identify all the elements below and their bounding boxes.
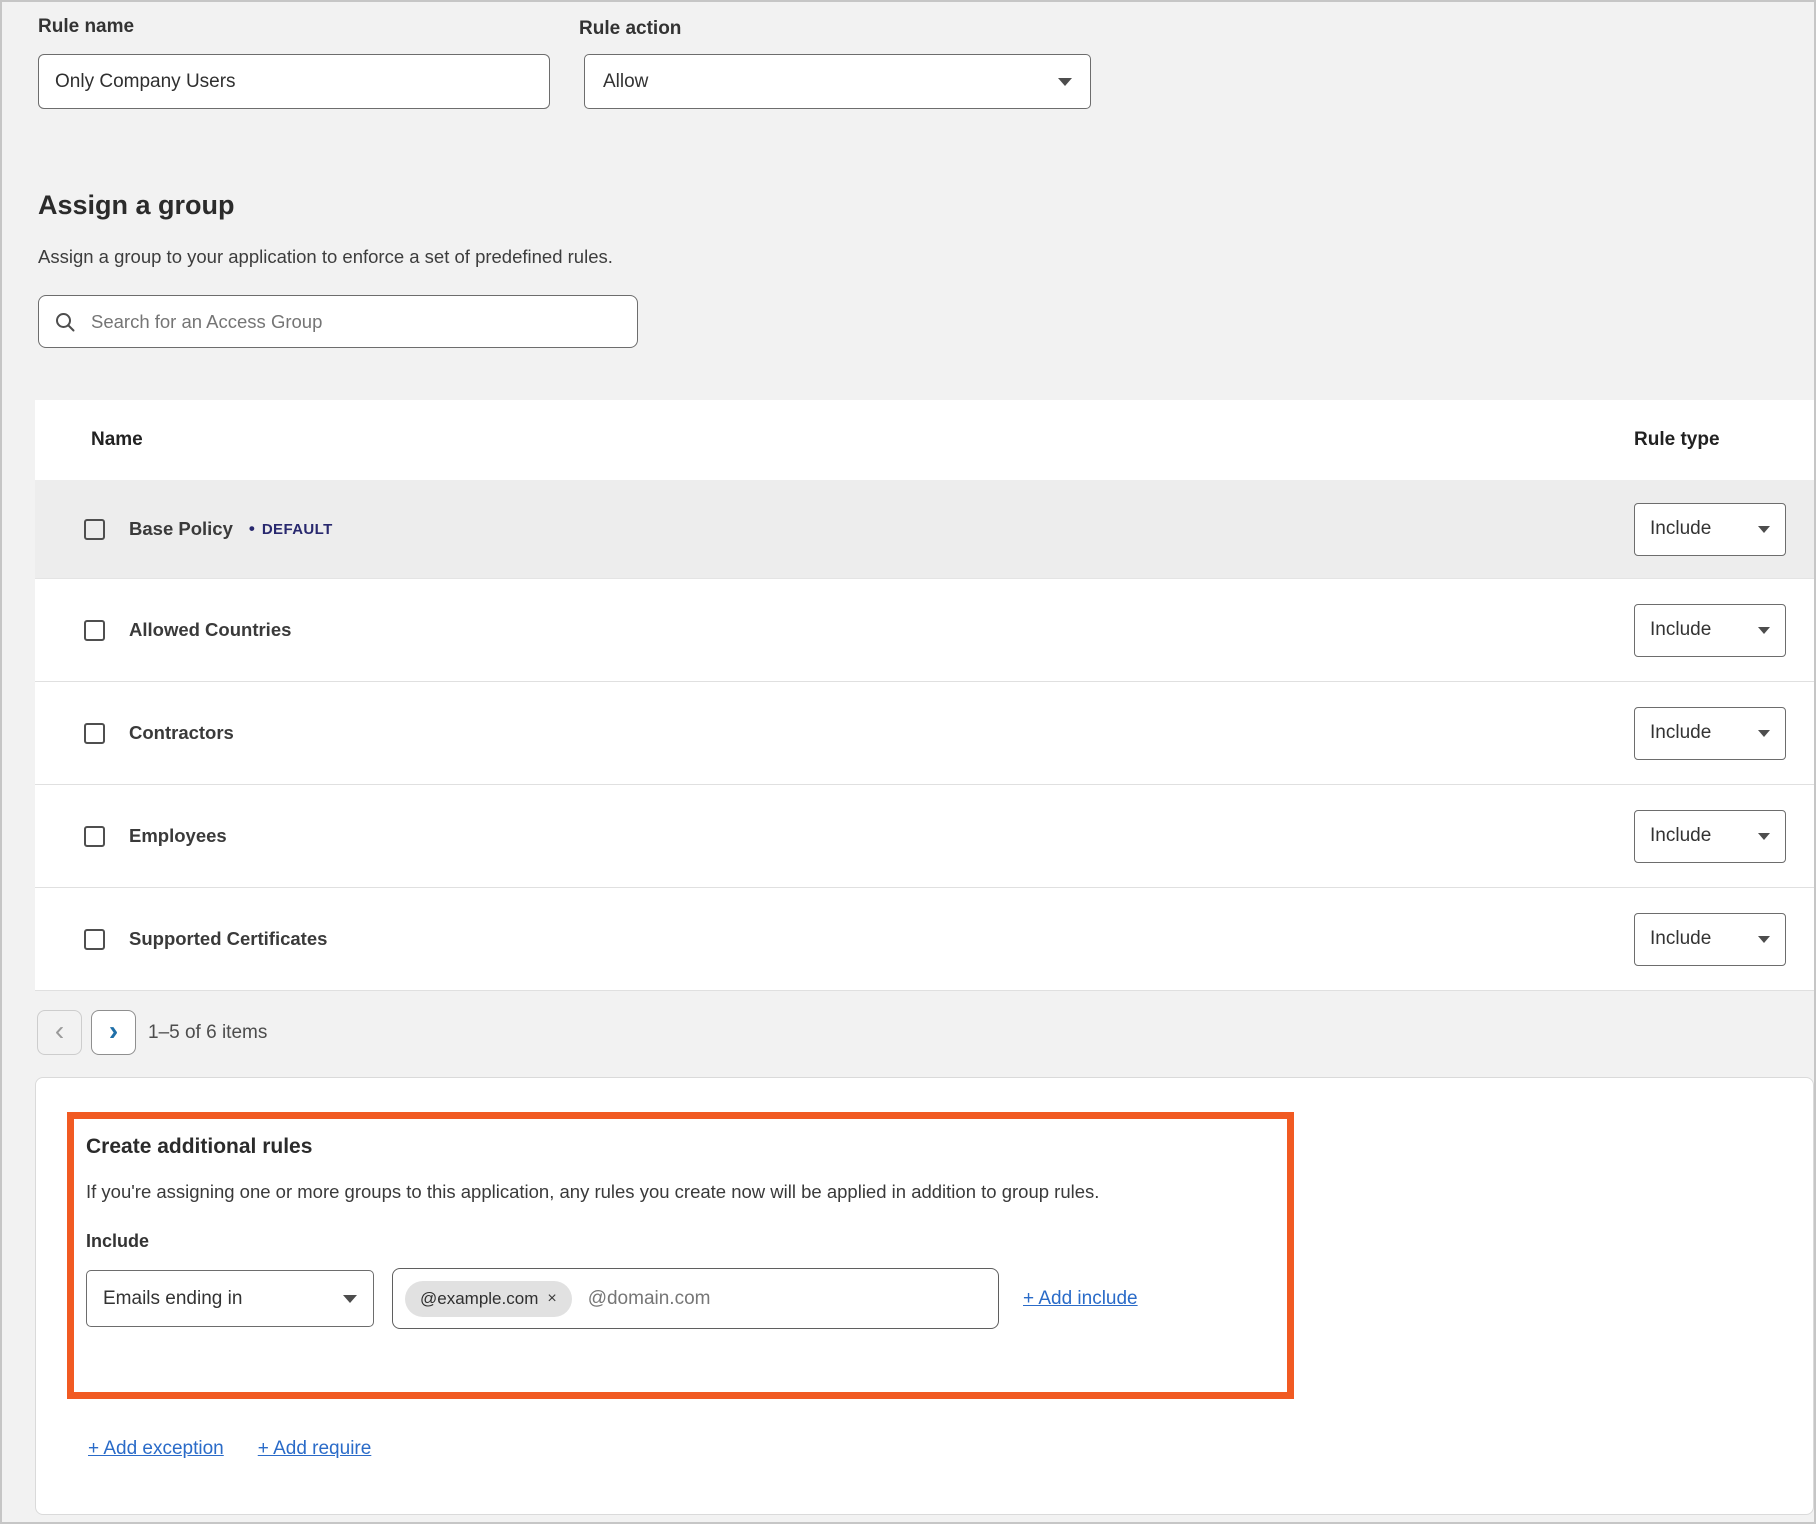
chevron-left-icon: ‹: [55, 1017, 64, 1045]
pagination-label: 1–5 of 6 items: [148, 1022, 267, 1044]
row-name: Contractors: [129, 722, 234, 744]
search-icon: [55, 312, 75, 332]
rule-type-select[interactable]: Include: [1634, 604, 1786, 657]
add-require-link[interactable]: + Add require: [258, 1438, 372, 1460]
row-name: Base Policy: [129, 518, 233, 540]
access-groups-table: Name Rule type Base Policy • DEFAULT Inc…: [35, 400, 1814, 991]
next-page-button[interactable]: ›: [91, 1010, 136, 1055]
table-row: Employees Include: [35, 785, 1814, 888]
assign-group-heading: Assign a group: [38, 190, 235, 221]
tag-label: @example.com: [420, 1289, 538, 1309]
chevron-down-icon: [1758, 627, 1770, 634]
rule-action-select[interactable]: Allow: [584, 54, 1091, 109]
default-badge: • DEFAULT: [249, 519, 333, 539]
email-domain-tag: @example.com ×: [405, 1281, 572, 1317]
column-header-name: Name: [91, 429, 143, 451]
add-exception-link[interactable]: + Add exception: [88, 1438, 224, 1460]
chevron-down-icon: [1758, 526, 1770, 533]
table-row: Base Policy • DEFAULT Include: [35, 480, 1814, 579]
table-row: Allowed Countries Include: [35, 579, 1814, 682]
rule-type-cell: Include: [1634, 810, 1814, 863]
table-row: Supported Certificates Include: [35, 888, 1814, 991]
row-name: Allowed Countries: [129, 619, 291, 641]
pagination: ‹ › 1–5 of 6 items: [37, 1010, 267, 1055]
assign-group-description: Assign a group to your application to en…: [38, 246, 613, 268]
badge-label: DEFAULT: [262, 521, 333, 538]
table-header: Name Rule type: [35, 400, 1814, 480]
access-rule-config-screen: Rule name Rule action Allow Assign a gro…: [0, 0, 1816, 1524]
rule-type-value: Include: [1650, 825, 1711, 847]
column-header-rule-type: Rule type: [1634, 429, 1814, 451]
access-group-search-box: [38, 295, 638, 348]
rule-type-select[interactable]: Include: [1634, 503, 1786, 556]
badge-bullet-icon: •: [249, 519, 255, 539]
rule-type-cell: Include: [1634, 913, 1814, 966]
rule-name-input[interactable]: [38, 54, 550, 109]
chevron-down-icon: [1758, 833, 1770, 840]
rule-type-cell: Include: [1634, 604, 1814, 657]
add-include-link[interactable]: + Add include: [1023, 1288, 1138, 1310]
previous-page-button[interactable]: ‹: [37, 1010, 82, 1055]
rule-type-select[interactable]: Include: [1634, 810, 1786, 863]
rule-action-label: Rule action: [579, 18, 681, 40]
email-domain-input[interactable]: [586, 1287, 986, 1311]
table-row: Contractors Include: [35, 682, 1814, 785]
rule-type-select[interactable]: Include: [1634, 913, 1786, 966]
create-additional-rules-highlight: Create additional rules If you're assign…: [67, 1112, 1294, 1399]
rule-type-value: Include: [1650, 928, 1711, 950]
rule-action-links: + Add exception + Add require: [88, 1438, 371, 1460]
chevron-down-icon: [1758, 730, 1770, 737]
chevron-down-icon: [1758, 936, 1770, 943]
rule-type-cell: Include: [1634, 503, 1814, 556]
row-checkbox[interactable]: [84, 519, 105, 540]
include-label: Include: [86, 1231, 1287, 1252]
create-additional-rules-heading: Create additional rules: [86, 1135, 1287, 1159]
rule-name-label: Rule name: [38, 16, 134, 38]
rule-type-value: Include: [1650, 722, 1711, 744]
rule-type-select[interactable]: Include: [1634, 707, 1786, 760]
create-additional-rules-description: If you're assigning one or more groups t…: [86, 1181, 1275, 1203]
rule-condition-value: Emails ending in: [103, 1288, 242, 1310]
search-input[interactable]: [89, 310, 621, 334]
row-checkbox[interactable]: [84, 826, 105, 847]
rule-type-value: Include: [1650, 619, 1711, 641]
chevron-down-icon: [343, 1295, 357, 1303]
rule-type-value: Include: [1650, 518, 1711, 540]
row-name: Supported Certificates: [129, 928, 327, 950]
chevron-right-icon: ›: [109, 1017, 118, 1045]
additional-rules-card: Create additional rules If you're assign…: [35, 1077, 1814, 1515]
rule-action-value: Allow: [603, 71, 648, 93]
rule-condition-select[interactable]: Emails ending in: [86, 1270, 374, 1327]
remove-tag-icon[interactable]: ×: [547, 1291, 556, 1307]
row-checkbox[interactable]: [84, 929, 105, 950]
email-domains-tag-input: @example.com ×: [392, 1268, 999, 1329]
row-checkbox[interactable]: [84, 620, 105, 641]
chevron-down-icon: [1058, 78, 1072, 86]
row-checkbox[interactable]: [84, 723, 105, 744]
row-name: Employees: [129, 825, 227, 847]
include-rule-row: Emails ending in @example.com × + Add in…: [86, 1268, 1287, 1329]
rule-type-cell: Include: [1634, 707, 1814, 760]
